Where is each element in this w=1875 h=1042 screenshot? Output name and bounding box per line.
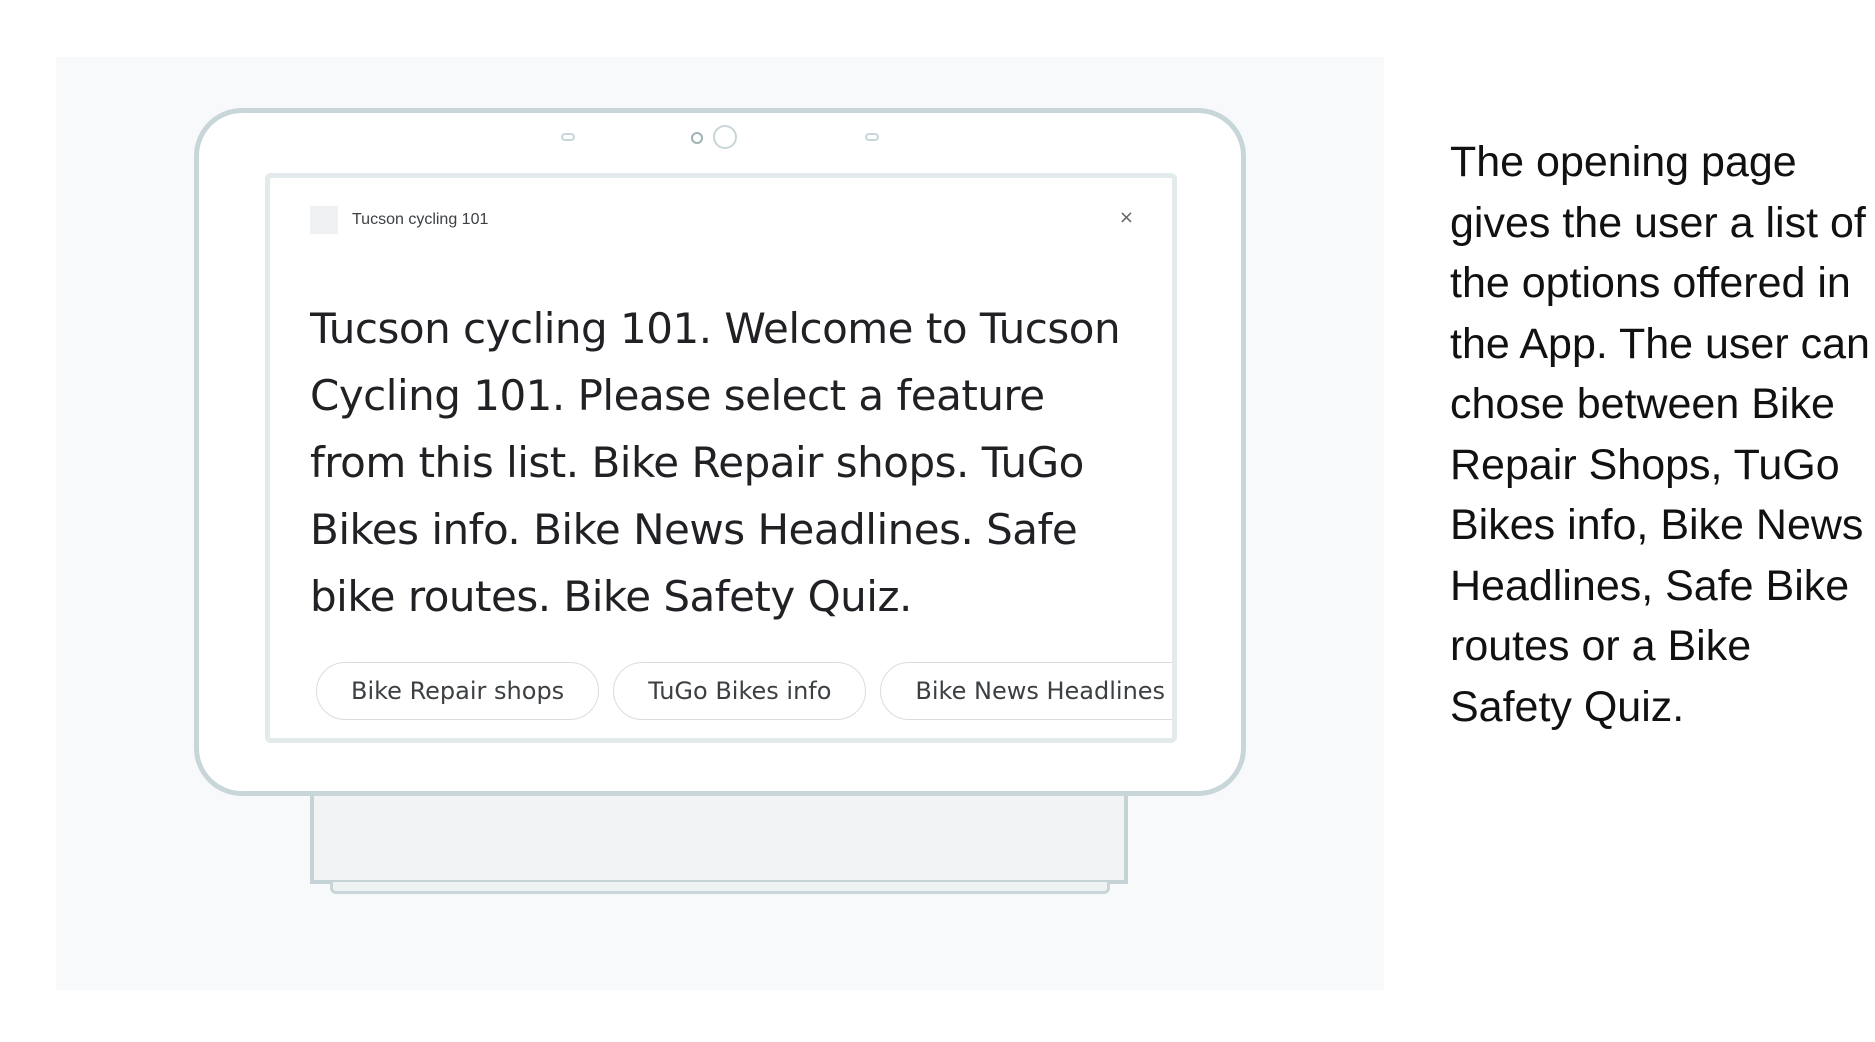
app-icon: [310, 206, 338, 234]
suggestion-chips: Bike Repair shops TuGo Bikes info Bike New…: [316, 662, 1172, 722]
assistant-screen: Tucson cycling 101 × Tucson cycling 101.…: [265, 173, 1177, 743]
chip-tugo-bikes-info[interactable]: TuGo Bikes info: [613, 662, 867, 720]
close-icon[interactable]: ×: [1119, 204, 1134, 232]
assistant-response-text: Tucson cycling 101. Welcome to Tucson Cy…: [310, 304, 1121, 621]
smart-display-stand: [310, 790, 1128, 884]
smart-display-stand-foot: [330, 882, 1110, 894]
app-name: Tucson cycling 101: [352, 211, 489, 228]
assistant-response: Tucson cycling 101. Welcome to Tucson Cy…: [310, 240, 1170, 630]
microphone-icon: [561, 133, 575, 141]
smart-display-device: Tucson cycling 101 × Tucson cycling 101.…: [194, 108, 1246, 796]
figure-caption: The opening page gives the user a list o…: [1450, 138, 1870, 731]
microphone-icon: [865, 133, 879, 141]
camera-lens-icon: [691, 132, 703, 144]
app-header: Tucson cycling 101: [310, 206, 488, 234]
chip-bike-repair-shops[interactable]: Bike Repair shops: [316, 662, 600, 720]
ambient-sensor-icon: [713, 125, 737, 149]
chip-bike-news-headlines[interactable]: Bike News Headlines: [880, 662, 1172, 720]
